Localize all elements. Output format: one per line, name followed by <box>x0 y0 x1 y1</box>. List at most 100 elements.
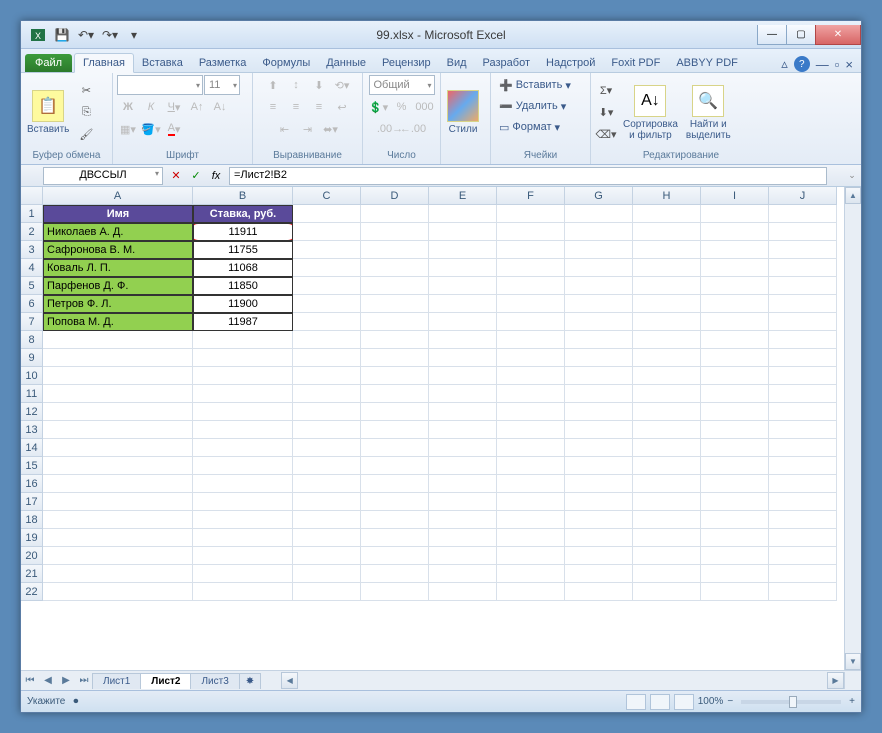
row-header[interactable]: 7 <box>21 313 43 331</box>
cell[interactable] <box>701 277 769 295</box>
cell[interactable] <box>293 205 361 223</box>
cell[interactable] <box>565 205 633 223</box>
cell[interactable] <box>633 565 701 583</box>
cell[interactable] <box>429 349 497 367</box>
select-all-corner[interactable] <box>21 187 43 205</box>
cell[interactable] <box>193 529 293 547</box>
column-header[interactable]: D <box>361 187 429 205</box>
prev-sheet-icon[interactable]: ◀ <box>39 672 57 690</box>
cell[interactable] <box>429 385 497 403</box>
cell[interactable] <box>565 331 633 349</box>
cell[interactable] <box>429 583 497 601</box>
cell[interactable] <box>43 493 193 511</box>
file-tab[interactable]: Файл <box>25 54 72 72</box>
macro-record-icon[interactable]: ⏺ <box>73 696 78 707</box>
cell[interactable] <box>193 475 293 493</box>
tab-data[interactable]: Данные <box>318 54 374 72</box>
workbook-close-icon[interactable]: × <box>845 57 853 72</box>
cell[interactable] <box>43 349 193 367</box>
cell[interactable] <box>565 547 633 565</box>
cell[interactable] <box>701 583 769 601</box>
align-center-icon[interactable]: ≡ <box>285 97 307 117</box>
cell[interactable] <box>429 313 497 331</box>
cell[interactable]: Попова М. Д. <box>43 313 193 331</box>
row-header[interactable]: 12 <box>21 403 43 421</box>
clear-icon[interactable]: ⌫▾ <box>595 125 617 145</box>
font-color-icon[interactable]: A▾ <box>163 119 185 139</box>
scroll-down-icon[interactable]: ▼ <box>845 653 861 670</box>
cell[interactable] <box>701 205 769 223</box>
cell[interactable]: 11068 <box>193 259 293 277</box>
cell[interactable] <box>565 241 633 259</box>
align-right-icon[interactable]: ≡ <box>308 97 330 117</box>
zoom-in-icon[interactable]: + <box>849 696 855 707</box>
cell[interactable] <box>497 583 565 601</box>
cell[interactable] <box>701 439 769 457</box>
cell[interactable] <box>565 349 633 367</box>
workbook-minimize-icon[interactable]: — <box>816 57 829 72</box>
cell[interactable] <box>701 511 769 529</box>
cell[interactable] <box>497 403 565 421</box>
cell[interactable] <box>293 313 361 331</box>
format-cells-button[interactable]: ▭Формат ▾ <box>495 117 586 137</box>
vertical-scrollbar[interactable]: ▲ ▼ <box>844 187 861 670</box>
cell[interactable] <box>769 511 837 529</box>
scroll-right-icon[interactable]: ▶ <box>827 672 844 689</box>
row-header[interactable]: 13 <box>21 421 43 439</box>
cell[interactable] <box>769 295 837 313</box>
cell[interactable] <box>43 367 193 385</box>
cell[interactable] <box>633 547 701 565</box>
row-header[interactable]: 20 <box>21 547 43 565</box>
cell[interactable] <box>633 259 701 277</box>
normal-view-icon[interactable] <box>626 694 646 710</box>
cell[interactable] <box>361 385 429 403</box>
cell[interactable] <box>497 259 565 277</box>
row-header[interactable]: 19 <box>21 529 43 547</box>
autosum-icon[interactable]: Σ▾ <box>595 81 617 101</box>
row-header[interactable]: 11 <box>21 385 43 403</box>
cell[interactable] <box>193 385 293 403</box>
formula-bar[interactable]: =Лист2!B2 <box>229 167 827 185</box>
cell[interactable] <box>565 439 633 457</box>
copy-icon[interactable]: ⎘ <box>75 103 97 123</box>
cell[interactable] <box>633 385 701 403</box>
page-layout-view-icon[interactable] <box>650 694 670 710</box>
accounting-format-icon[interactable]: 💲▾ <box>368 97 390 117</box>
cell[interactable] <box>193 331 293 349</box>
cell[interactable] <box>769 259 837 277</box>
cell[interactable] <box>633 475 701 493</box>
row-header[interactable]: 16 <box>21 475 43 493</box>
underline-button[interactable]: Ч▾ <box>163 97 185 117</box>
font-name-combo[interactable] <box>117 75 203 95</box>
cell[interactable] <box>293 583 361 601</box>
row-header[interactable]: 17 <box>21 493 43 511</box>
maximize-button[interactable]: ▢ <box>786 25 816 45</box>
cell[interactable] <box>43 403 193 421</box>
cell[interactable] <box>293 277 361 295</box>
cell[interactable] <box>193 511 293 529</box>
page-break-view-icon[interactable] <box>674 694 694 710</box>
cell[interactable] <box>193 547 293 565</box>
cell[interactable] <box>497 313 565 331</box>
scroll-track[interactable] <box>845 204 861 653</box>
cell[interactable] <box>293 421 361 439</box>
fx-icon[interactable]: fx <box>207 167 225 185</box>
cell[interactable] <box>361 259 429 277</box>
cell[interactable] <box>293 259 361 277</box>
cell[interactable] <box>701 547 769 565</box>
cell[interactable] <box>565 223 633 241</box>
cell[interactable] <box>701 259 769 277</box>
zoom-slider[interactable] <box>741 700 841 704</box>
cell[interactable] <box>429 529 497 547</box>
column-header[interactable]: J <box>769 187 837 205</box>
cell[interactable] <box>361 457 429 475</box>
last-sheet-icon[interactable]: ⏭ <box>75 672 93 690</box>
cell[interactable] <box>497 205 565 223</box>
cell[interactable] <box>633 529 701 547</box>
cell[interactable] <box>633 223 701 241</box>
fill-color-icon[interactable]: 🪣▾ <box>140 119 162 139</box>
shrink-font-icon[interactable]: A↓ <box>209 97 231 117</box>
cell[interactable] <box>633 277 701 295</box>
cell[interactable] <box>429 277 497 295</box>
cell[interactable] <box>769 583 837 601</box>
